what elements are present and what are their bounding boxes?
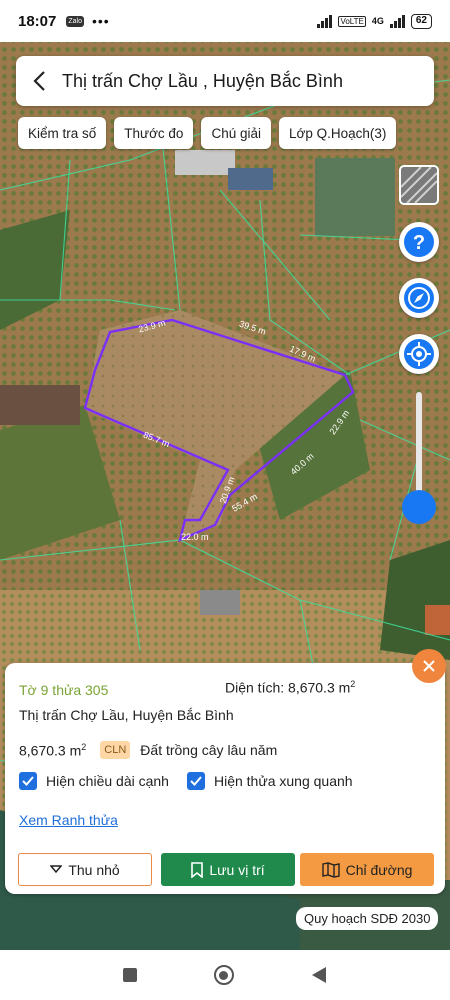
back-triangle-icon[interactable] (311, 966, 327, 984)
edge-length-label: Hiện chiều dài cạnh (46, 773, 169, 789)
map-icon (321, 861, 340, 878)
map-layer-button[interactable] (399, 165, 439, 205)
network-4g-icon: 4G (371, 16, 384, 26)
edge-label: 22.0 m (181, 532, 209, 542)
parcel-address: Thị trấn Chợ Lầu, Huyện Bắc Bình (19, 707, 234, 723)
save-location-label: Lưu vị trí (209, 861, 265, 878)
edge-length-checkbox[interactable] (19, 772, 37, 790)
svg-text:?: ? (413, 232, 425, 254)
help-button[interactable]: ? (399, 222, 439, 262)
view-boundary-link[interactable]: Xem Ranh thửa (19, 812, 118, 828)
map-layer-icon (401, 167, 437, 203)
checkbox-row: Hiện chiều dài cạnh Hiện thửa xung quanh (19, 772, 353, 790)
recents-icon[interactable] (123, 968, 138, 982)
status-right: VoLTE 4G 62 (317, 13, 432, 29)
planning-layer-label[interactable]: Quy hoạch SDĐ 2030 (296, 907, 439, 930)
help-icon: ? (404, 227, 434, 257)
neighbors-checkbox[interactable] (186, 772, 205, 790)
check-icon (190, 776, 202, 786)
minimize-label: Thu nhỏ (68, 861, 120, 878)
signal-icon (317, 14, 333, 28)
battery-icon: 62 (410, 13, 432, 29)
more-notifications-icon: ••• (92, 13, 110, 29)
parcel-info-panel: Tờ 9 thửa 305 Diện tích: 8,670.3 m2 Thị … (5, 663, 445, 894)
sheet-parcel-label: Tờ 9 thửa 305 (19, 682, 109, 698)
directions-button[interactable]: Chỉ đường (300, 853, 434, 886)
land-code-badge: CLN (100, 741, 131, 759)
back-arrow-icon (33, 71, 45, 91)
neighbors-label: Hiện thửa xung quanh (213, 773, 353, 789)
planning-layer-chip[interactable]: Lớp Q.Hoạch(3) (278, 117, 397, 149)
minimize-button[interactable]: Thu nhỏ (18, 853, 152, 886)
directions-label: Chỉ đường (345, 861, 413, 878)
close-panel-button[interactable] (412, 649, 446, 683)
bookmark-icon (191, 861, 204, 878)
status-time: 18:07 (18, 12, 57, 30)
save-location-button[interactable]: Lưu vị trí (161, 853, 295, 886)
status-bar: 18:07 Zalo ••• VoLTE 4G 62 (0, 0, 450, 42)
page-title: Thị trấn Chợ Lầu , Huyện Bắc Bình (62, 70, 343, 91)
area-value: 8,670.3 m2 (19, 741, 87, 759)
chevron-down-icon (50, 865, 63, 874)
volte-icon: VoLTE (338, 15, 366, 27)
location-header: Thị trấn Chợ Lầu , Huyện Bắc Bình (16, 56, 434, 106)
close-icon (423, 660, 435, 672)
legend-chip[interactable]: Chú giải (201, 117, 271, 149)
area-label: Diện tích: 8,670.3 m2 (225, 679, 356, 696)
land-type-label: Đất trồng cây lâu năm (140, 742, 278, 758)
zoom-slider-handle[interactable] (402, 490, 436, 524)
check-number-chip[interactable]: Kiểm tra số (18, 117, 107, 149)
home-icon[interactable] (213, 965, 234, 985)
measure-chip[interactable]: Thước đo (114, 117, 194, 149)
signal-icon-2 (389, 14, 405, 28)
my-location-button[interactable] (399, 334, 439, 374)
check-icon (22, 776, 34, 786)
toolbar-chips: Kiểm tra số Thước đo Chú giải Lớp Q.Hoạc… (18, 117, 397, 149)
back-button[interactable] (16, 56, 62, 106)
zalo-notification-icon: Zalo (66, 15, 84, 27)
compass-button[interactable] (399, 278, 439, 318)
compass-icon (404, 283, 434, 313)
system-nav-bar (0, 950, 450, 1000)
land-info-row: 8,670.3 m2 CLN Đất trồng cây lâu năm (19, 741, 277, 759)
gps-icon (404, 339, 434, 369)
